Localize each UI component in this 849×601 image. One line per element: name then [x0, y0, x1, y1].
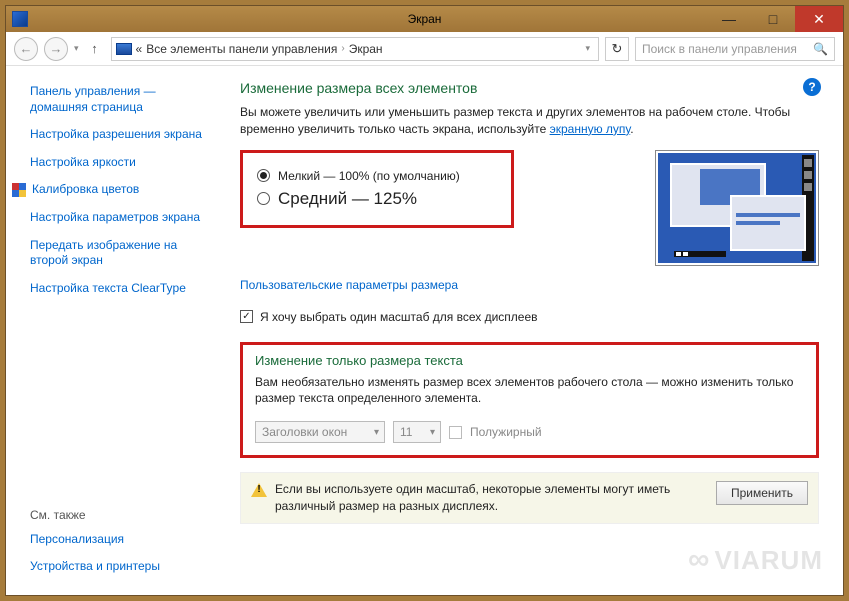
up-button[interactable]: ↑	[85, 39, 105, 59]
search-icon[interactable]: 🔍	[813, 42, 828, 56]
sidebar-also-personalization[interactable]: Персонализация	[30, 532, 212, 548]
sidebar-item-resolution[interactable]: Настройка разрешения экрана	[30, 127, 212, 143]
forward-button[interactable]: →	[44, 37, 68, 61]
app-icon	[12, 11, 28, 27]
watermark: ∞ VIARUM	[688, 543, 823, 577]
back-button[interactable]: ←	[14, 37, 38, 61]
breadcrumb-dropdown-icon[interactable]: ▾	[581, 43, 594, 54]
single-scale-label: Я хочу выбрать один масштаб для всех дис…	[260, 310, 538, 324]
custom-size-link[interactable]: Пользовательские параметры размера	[240, 278, 819, 292]
sidebar: Панель управления — домашняя страница На…	[6, 66, 224, 595]
crumb-prefix: «	[136, 42, 143, 56]
refresh-button[interactable]: ↻	[605, 37, 629, 61]
scale-radio-group: Мелкий — 100% (по умолчанию) Средний — 1…	[240, 150, 514, 228]
sidebar-item-brightness[interactable]: Настройка яркости	[30, 155, 212, 171]
font-size-select[interactable]: 11	[393, 421, 441, 443]
control-panel-icon	[116, 43, 132, 55]
text-size-heading: Изменение только размера текста	[255, 353, 804, 368]
main-heading: Изменение размера всех элементов	[240, 80, 819, 96]
sidebar-also-devices[interactable]: Устройства и принтеры	[30, 559, 212, 575]
minimize-button[interactable]: —	[707, 6, 751, 32]
single-scale-row[interactable]: Я хочу выбрать один масштаб для всех дис…	[240, 310, 819, 324]
intro-text: Вы можете увеличить или уменьшить размер…	[240, 104, 810, 138]
apply-button[interactable]: Применить	[716, 481, 808, 505]
sidebar-item-project-second-screen[interactable]: Передать изображение на второй экран	[30, 238, 212, 269]
radio-medium-row[interactable]: Средний — 125%	[257, 189, 497, 209]
search-placeholder: Поиск в панели управления	[642, 42, 797, 56]
single-scale-checkbox[interactable]	[240, 310, 253, 323]
sidebar-item-cleartype[interactable]: Настройка текста ClearType	[30, 281, 212, 297]
watermark-logo-icon: ∞	[688, 543, 710, 577]
scale-preview	[655, 150, 819, 266]
main-panel: ? Изменение размера всех элементов Вы мо…	[224, 66, 843, 595]
bold-label: Полужирный	[470, 425, 542, 439]
warning-text: Если вы используете один масштаб, некото…	[275, 481, 698, 515]
history-dropdown[interactable]: ▾	[74, 43, 79, 54]
crumb-all-items[interactable]: Все элементы панели управления	[146, 42, 337, 56]
warning-icon	[251, 483, 267, 497]
title-bar: Экран — □ ✕	[6, 6, 843, 32]
maximize-button[interactable]: □	[751, 6, 795, 32]
preview-window-2	[730, 195, 806, 251]
see-also-heading: См. также	[30, 508, 212, 522]
sidebar-item-color-calibration[interactable]: Калибровка цветов	[32, 182, 139, 198]
search-input[interactable]: Поиск в панели управления 🔍	[635, 37, 835, 61]
close-button[interactable]: ✕	[795, 6, 843, 32]
radio-medium[interactable]	[257, 192, 270, 205]
sidebar-item-home[interactable]: Панель управления — домашняя страница	[30, 84, 212, 115]
radio-small[interactable]	[257, 169, 270, 182]
footer-row: Если вы используете один масштаб, некото…	[240, 472, 819, 524]
breadcrumb-bar[interactable]: « Все элементы панели управления › Экран…	[111, 37, 599, 61]
shield-icon	[12, 183, 26, 197]
help-icon[interactable]: ?	[803, 78, 821, 96]
crumb-sep-icon: ›	[341, 43, 344, 54]
radio-small-label: Мелкий — 100% (по умолчанию)	[278, 169, 460, 183]
window-title: Экран	[408, 12, 442, 26]
radio-small-row[interactable]: Мелкий — 100% (по умолчанию)	[257, 169, 497, 183]
radio-medium-label: Средний — 125%	[278, 189, 417, 209]
text-size-section: Изменение только размера текста Вам необ…	[240, 342, 819, 459]
text-size-desc: Вам необязательно изменять размер всех э…	[255, 374, 804, 408]
crumb-current[interactable]: Экран	[349, 42, 383, 56]
magnifier-link[interactable]: экранную лупу	[550, 122, 631, 136]
sidebar-item-display-settings[interactable]: Настройка параметров экрана	[30, 210, 212, 226]
bold-checkbox[interactable]	[449, 426, 462, 439]
nav-bar: ← → ▾ ↑ « Все элементы панели управления…	[6, 32, 843, 66]
preview-taskbar	[674, 251, 726, 257]
element-select[interactable]: Заголовки окон	[255, 421, 385, 443]
